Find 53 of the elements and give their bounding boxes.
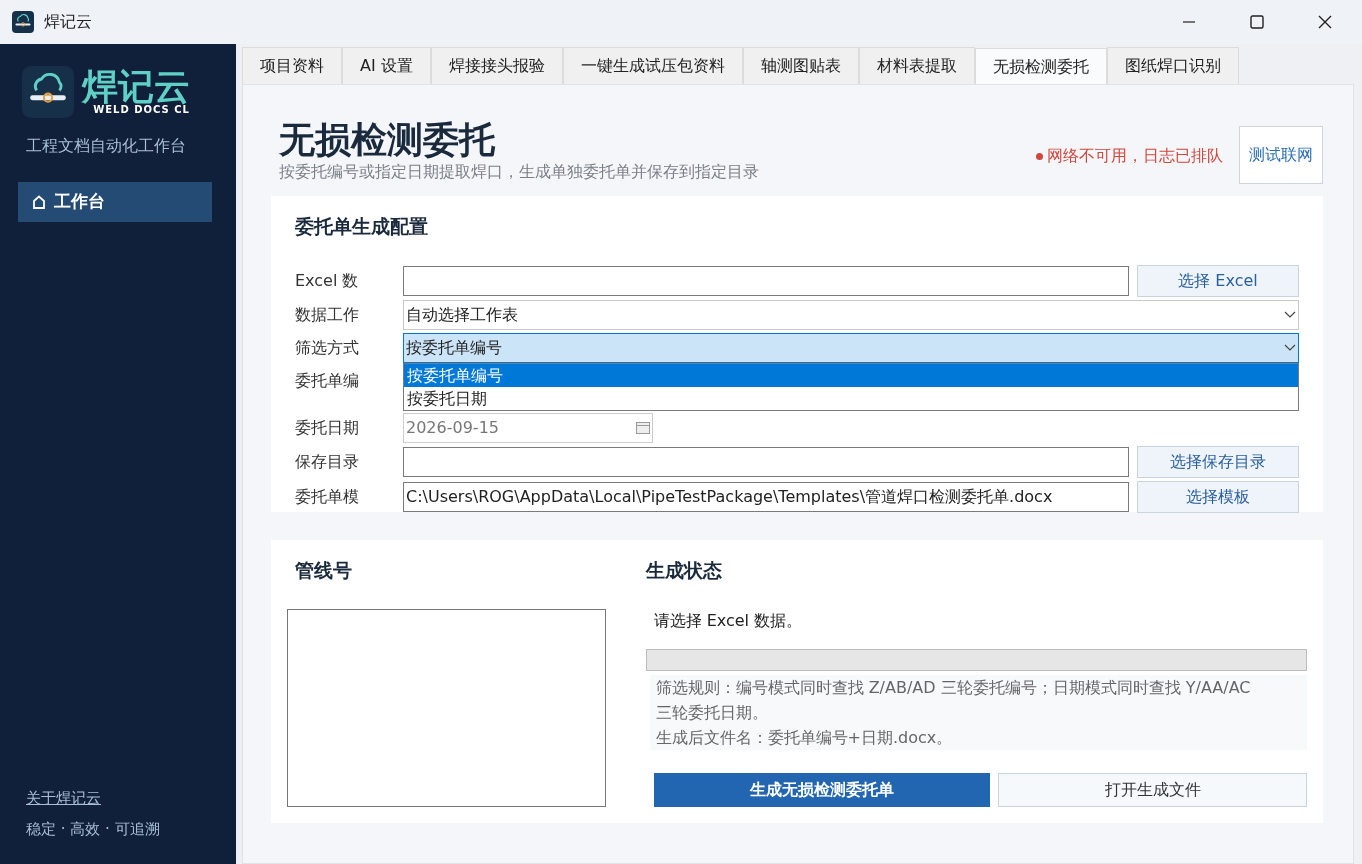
tab[interactable]: AI 设置: [342, 47, 431, 84]
dropdown-field[interactable]: 自动选择工作表: [403, 299, 1299, 330]
tab[interactable]: 焊接接头报验: [430, 47, 563, 84]
generate-button[interactable]: 生成无损检测委托单: [653, 773, 991, 807]
dropdown-option[interactable]: 按委托日期: [404, 386, 1298, 410]
browse-button[interactable]: 选择保存目录: [1137, 445, 1299, 478]
footer-text: 稳定 · 高效 · 可追溯: [25, 818, 161, 840]
path-field[interactable]: [403, 446, 1129, 477]
close-icon: [1318, 15, 1332, 29]
rule-text: 生成后文件名：委托单编号+日期.docx。: [655, 726, 954, 749]
tab[interactable]: 一键生成试压包资料: [562, 47, 743, 84]
field-label: 委托日期: [295, 416, 360, 439]
app-logo-icon: [22, 66, 74, 118]
tab[interactable]: 项目资料: [242, 47, 342, 84]
network-status: 网络不可用，日志已排队: [1047, 145, 1223, 167]
rule-text: 筛选规则：编号模式同时查找 Z/AB/AD 三轮委托编号；日期模式同时查找 Y/AA/AC 三轮委托日期。: [655, 676, 1252, 724]
tab[interactable]: 轴测图贴表: [742, 47, 859, 84]
date-field[interactable]: 2026-09-15: [403, 412, 653, 443]
chevron-down-icon: [1284, 310, 1296, 319]
field-label: 数据工作: [295, 303, 360, 326]
page-title: 无损检测委托: [279, 117, 496, 161]
open-files-button[interactable]: 打开生成文件: [998, 773, 1307, 807]
logo-subtitle: WELD DOCS CL: [92, 105, 190, 115]
window-title: 焊记云: [44, 11, 92, 33]
field-label: 保存目录: [295, 450, 360, 473]
section-title: 委托单生成配置: [295, 214, 429, 239]
section-title: 管线号: [294, 558, 353, 583]
about-link[interactable]: 关于焊记云: [18, 787, 218, 810]
app-logo-icon: [12, 11, 34, 33]
logo-text: 焊记云: [82, 69, 190, 105]
section-title: 生成状态: [645, 558, 723, 583]
tab[interactable]: 材料表提取: [858, 47, 975, 84]
field-label: Excel 数: [295, 269, 360, 292]
path-field[interactable]: [403, 265, 1129, 296]
dropdown-field[interactable]: 按委托单编号: [403, 332, 1299, 363]
page-subtitle: 按委托编号或指定日期提取焊口，生成单独委托单并保存到指定目录: [279, 161, 760, 183]
dropdown-option[interactable]: 按委托单编号: [404, 363, 1298, 387]
tagline: 工程文档自动化工作台: [25, 135, 187, 157]
browse-button[interactable]: 选择 Excel: [1137, 264, 1299, 297]
field-label: 委托单编: [295, 369, 360, 392]
home-icon: [32, 194, 46, 209]
chevron-down-icon: [1284, 343, 1296, 352]
field-label: 筛选方式: [295, 336, 360, 359]
path-field[interactable]: C:\Users\ROG\AppData\Local\PipeTestPackage\Templates\管道焊口检测委托单.docx: [403, 481, 1129, 512]
maximize-icon: [1250, 15, 1264, 29]
nav-item[interactable]: 工作台: [18, 182, 212, 222]
tab[interactable]: 图纸焊口识别: [1106, 47, 1239, 84]
field-label: 委托单模: [295, 485, 360, 508]
test-network-button[interactable]: 测试联网: [1239, 126, 1323, 184]
status-message: 请选择 Excel 数据。: [653, 609, 804, 632]
calendar-icon: [636, 421, 650, 434]
tab[interactable]: 无损检测委托: [974, 48, 1107, 84]
browse-button[interactable]: 选择模板: [1137, 480, 1299, 513]
